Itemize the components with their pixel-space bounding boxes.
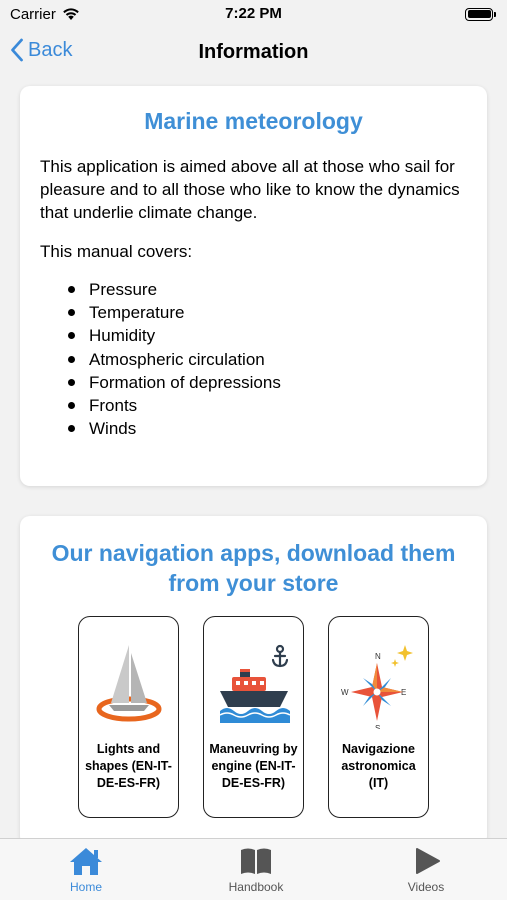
apps-card-title: Our navigation apps, download them from … (51, 540, 456, 596)
list-item: Pressure (68, 278, 467, 301)
tab-home[interactable]: Home (50, 839, 122, 900)
list-item: Formation of depressions (68, 371, 467, 394)
tab-label: Videos (407, 880, 445, 894)
topics-list: Pressure Temperature Humidity Atmospheri… (40, 278, 467, 440)
ship-anchor-icon (219, 644, 290, 723)
battery-icon (465, 7, 496, 21)
back-button[interactable]: Back (10, 38, 72, 62)
app-tile-lights-and-shapes[interactable]: Lights and shapes (EN-IT-DE-ES-FR) (78, 616, 179, 818)
intro-card: Marine meteorology This application is a… (20, 86, 487, 486)
apps-row: Lights and shapes (EN-IT-DE-ES-FR) Maneu… (78, 616, 429, 818)
home-icon (70, 848, 102, 875)
play-icon (416, 848, 440, 874)
navigation-bar: Back Information (0, 28, 507, 76)
app-tile-maneuvring-by-engine[interactable]: Maneuvring by engine (EN-IT-DE-ES-FR) (203, 616, 304, 818)
app-label: Maneuvring by engine (EN-IT-DE-ES-FR) (209, 742, 298, 790)
compass-star-icon: N S E W (341, 645, 413, 729)
svg-text:S: S (375, 724, 380, 729)
apps-card: Our navigation apps, download them from … (20, 516, 487, 846)
list-item: Temperature (68, 301, 467, 324)
status-bar: Carrier 7:22 PM (0, 0, 507, 28)
clock: 7:22 PM (225, 5, 282, 22)
tab-label: Handbook (228, 880, 284, 894)
tab-bar: Home Handbook Videos (0, 838, 507, 900)
page-title: Information (198, 40, 309, 63)
chevron-left-icon (11, 38, 23, 62)
tab-label: Home (69, 880, 102, 894)
svg-text:W: W (341, 688, 349, 697)
list-item: Atmospheric circulation (68, 348, 467, 371)
svg-text:N: N (375, 652, 381, 661)
back-label: Back (28, 38, 73, 61)
tab-handbook[interactable]: Handbook (220, 839, 292, 900)
list-item: Humidity (68, 324, 467, 347)
card-title: Marine meteorology (144, 108, 363, 134)
app-label: Lights and shapes (EN-IT-DE-ES-FR) (85, 742, 172, 790)
tab-videos[interactable]: Videos (390, 839, 462, 900)
intro-text: This application is aimed above all at t… (40, 157, 460, 222)
covers-label: This manual covers: (40, 242, 193, 261)
sailboat-icon (96, 645, 161, 722)
book-icon (241, 848, 271, 874)
list-item: Winds (68, 417, 467, 440)
app-tile-navigazione-astronomica[interactable]: N S E W Navigazione astronomica (IT) (328, 616, 429, 818)
svg-text:E: E (401, 688, 406, 697)
app-label: Navigazione astronomica (IT) (341, 742, 416, 790)
list-item: Fronts (68, 394, 467, 417)
